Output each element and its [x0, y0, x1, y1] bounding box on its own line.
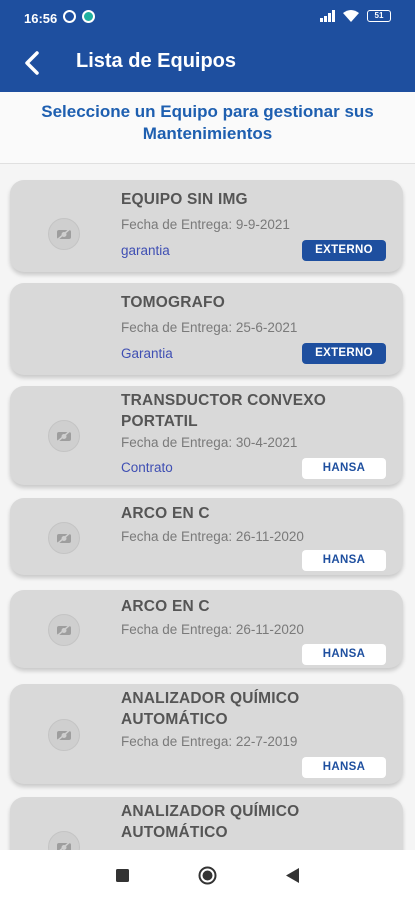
equipment-card[interactable]: ARCO EN C Fecha de Entrega: 26-11-2020 H…	[10, 590, 403, 668]
delivery-date: Fecha de Entrega: 30-4-2021	[121, 435, 298, 450]
equipment-name-line-1: TRANSDUCTOR CONVEXO	[121, 392, 327, 409]
equipment-card[interactable]: ANALIZADOR QUÍMICO AUTOMÁTICO	[10, 797, 403, 850]
signal-icon	[320, 10, 335, 22]
equipment-name: TRANSDUCTOR CONVEXO PORTATIL	[121, 390, 341, 432]
provider-badge: EXTERNO	[302, 343, 386, 364]
provider-badge: EXTERNO	[302, 240, 386, 261]
equipment-name: ARCO EN C	[121, 598, 210, 615]
wifi-icon	[343, 10, 359, 22]
equipment-name-line-2: AUTOMÁTICO	[121, 711, 228, 728]
equipment-name: TOMOGRAFO	[121, 294, 225, 311]
provider-badge: HANSA	[302, 458, 386, 479]
delivery-date: Fecha de Entrega: 25-6-2021	[121, 320, 298, 335]
delivery-date: Fecha de Entrega: 9-9-2021	[121, 217, 290, 232]
no-image-camera-icon	[48, 218, 80, 250]
provider-badge: HANSA	[302, 757, 386, 778]
alarm-icon	[63, 10, 76, 23]
page-title: Lista de Equipos	[76, 50, 237, 72]
status-bar: 16:56 51	[0, 0, 415, 36]
instructions: Seleccione un Equipo para gestionar sus …	[0, 92, 415, 164]
service-condition: Contrato	[121, 460, 173, 475]
status-time: 16:56	[24, 11, 58, 26]
instructions-line-1: Seleccione un Equipo para gestionar sus	[41, 102, 374, 121]
equipment-name: ANALIZADOR QUÍMICO AUTOMÁTICO	[121, 801, 341, 843]
delivery-date: Fecha de Entrega: 26-11-2020	[121, 622, 304, 637]
service-condition: Garantia	[121, 346, 173, 361]
instructions-line-2: Mantenimientos	[142, 124, 273, 143]
equipment-name: EQUIPO SIN IMG	[121, 191, 248, 208]
triangle-icon[interactable]	[286, 868, 299, 883]
equipment-card[interactable]: ARCO EN C Fecha de Entrega: 26-11-2020 H…	[10, 498, 403, 575]
equipment-card[interactable]: ANALIZADOR QUÍMICO AUTOMÁTICO Fecha de E…	[10, 684, 403, 784]
delivery-date: Fecha de Entrega: 22-7-2019	[121, 734, 298, 749]
equipment-name-line-2: AUTOMÁTICO	[121, 824, 228, 841]
no-image-camera-icon	[48, 522, 80, 554]
equipment-card[interactable]: TOMOGRAFO Fecha de Entrega: 25-6-2021 Ga…	[10, 283, 403, 375]
no-image-camera-icon	[48, 420, 80, 452]
equipment-name-line-1: ANALIZADOR QUÍMICO	[121, 690, 300, 707]
no-image-camera-icon	[48, 719, 80, 751]
notification-icons	[63, 10, 95, 23]
equipment-card[interactable]: EQUIPO SIN IMG Fecha de Entrega: 9-9-202…	[10, 180, 403, 272]
square-icon[interactable]	[116, 869, 129, 882]
no-image-camera-icon	[48, 831, 80, 850]
service-condition: garantia	[121, 243, 170, 258]
delivery-date: Fecha de Entrega: 26-11-2020	[121, 529, 304, 544]
equipment-name: ANALIZADOR QUÍMICO AUTOMÁTICO	[121, 688, 341, 730]
equipment-list[interactable]: EQUIPO SIN IMG Fecha de Entrega: 9-9-202…	[0, 165, 415, 850]
app-bar: 16:56 51 Lista de Equipos	[0, 0, 415, 92]
provider-badge: HANSA	[302, 644, 386, 665]
equipment-card[interactable]: TRANSDUCTOR CONVEXO PORTATIL Fecha de En…	[10, 386, 403, 485]
equipment-name-line-1: ANALIZADOR QUÍMICO	[121, 803, 300, 820]
system-navigation-bar	[0, 850, 415, 900]
no-image-camera-icon	[48, 614, 80, 646]
equipment-name: ARCO EN C	[121, 505, 210, 522]
arrow-back-icon[interactable]	[18, 48, 48, 78]
circle-icon[interactable]	[198, 866, 217, 885]
app-notification-icon	[82, 10, 95, 23]
battery-icon: 51	[367, 10, 391, 22]
system-icons: 51	[320, 10, 391, 22]
equipment-name-line-2: PORTATIL	[121, 413, 198, 430]
provider-badge: HANSA	[302, 550, 386, 571]
